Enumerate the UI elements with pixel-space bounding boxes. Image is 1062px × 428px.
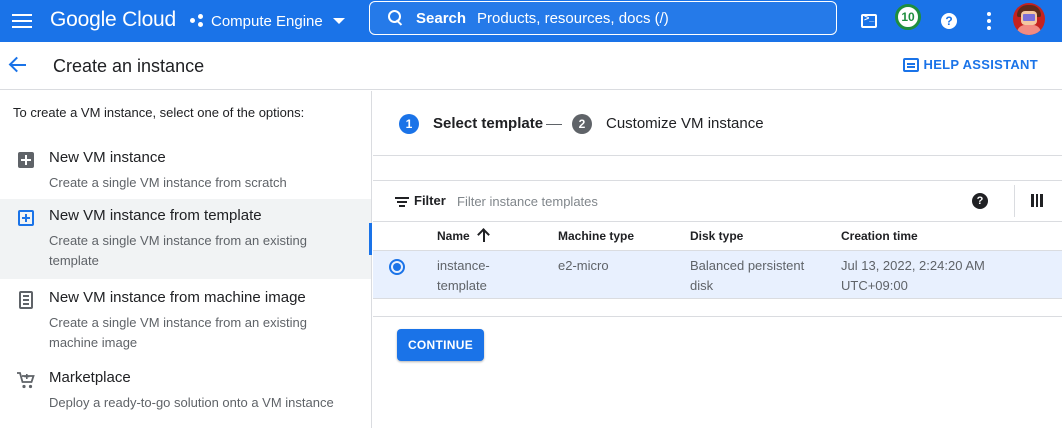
table-row[interactable]: instance-template e2-micro Balanced pers… (373, 251, 1062, 299)
step-1-label[interactable]: Select template (433, 115, 543, 132)
option-title: New VM instance from template (49, 207, 262, 224)
option-desc: Deploy a ready-to-go solution onto a VM … (49, 395, 334, 410)
option-desc: Create a single VM instance from an exis… (49, 315, 307, 350)
top-bar: Google Cloud Compute Engine Search Produ… (0, 0, 1062, 42)
cell-name: instance-template (437, 258, 490, 293)
template-icon (18, 210, 34, 226)
google-cloud-logo[interactable]: Google Cloud (50, 8, 176, 32)
search-icon (388, 10, 404, 26)
help-assistant-label: HELP ASSISTANT (923, 57, 1038, 72)
option-new-vm-from-template[interactable]: New VM instance from template Create a s… (0, 199, 372, 279)
option-title: Marketplace (49, 369, 131, 386)
cloud-shell-icon[interactable] (857, 9, 881, 33)
more-options-icon[interactable] (977, 9, 1001, 33)
divider (1014, 185, 1015, 217)
step-2-label[interactable]: Customize VM instance (606, 115, 764, 132)
cell-machine-type: e2-micro (558, 258, 609, 273)
option-marketplace[interactable]: Marketplace Deploy a ready-to-go solutio… (0, 361, 371, 417)
step-2-number: 2 (572, 114, 592, 134)
column-display-icon[interactable] (1031, 194, 1044, 207)
notification-badge[interactable]: 10 (895, 4, 921, 30)
column-header-name[interactable]: Name (437, 229, 470, 243)
cart-icon (17, 372, 35, 389)
search-label: Search (416, 9, 467, 27)
help-icon[interactable]: ? (972, 193, 988, 209)
help-icon[interactable]: ? (937, 9, 961, 33)
stepper: 1 Select template 2 Customize VM instanc… (373, 91, 1062, 156)
sort-ascending-icon[interactable] (477, 227, 491, 243)
dropdown-caret-icon (332, 18, 345, 24)
table-header: Name Machine type Disk type Creation tim… (373, 221, 1062, 251)
step-1-number: 1 (399, 114, 419, 134)
row-radio-button[interactable] (389, 259, 405, 275)
divider (373, 316, 1062, 317)
product-name: Compute Engine (211, 12, 323, 30)
options-intro-text: To create a VM instance, select one of t… (13, 105, 305, 120)
machine-image-icon (19, 291, 33, 309)
option-new-vm-from-machine-image[interactable]: New VM instance from machine image Creat… (0, 281, 371, 361)
column-header-creation-time[interactable]: Creation time (841, 229, 918, 243)
help-assistant-button[interactable]: HELP ASSISTANT (902, 57, 1038, 72)
column-header-disk-type[interactable]: Disk type (690, 229, 743, 243)
filter-input[interactable] (457, 191, 897, 211)
template-selection-panel: 1 Select template 2 Customize VM instanc… (373, 91, 1062, 428)
back-arrow-icon[interactable] (8, 54, 30, 76)
search-bar[interactable]: Search Products, resources, docs (/) (369, 1, 837, 35)
title-bar: Create an instance HELP ASSISTANT (0, 42, 1062, 90)
cell-disk-type: Balanced persistent disk (690, 258, 805, 293)
filter-bar: Filter ? (373, 180, 1062, 221)
creation-options-panel: To create a VM instance, select one of t… (0, 91, 372, 428)
hamburger-menu-icon[interactable] (10, 9, 34, 33)
avatar[interactable] (1013, 3, 1045, 35)
option-new-vm[interactable]: New VM instance Create a single VM insta… (0, 141, 371, 195)
add-box-icon (18, 152, 34, 168)
product-dots-icon (190, 14, 204, 28)
page-title: Create an instance (53, 56, 205, 76)
product-switcher[interactable]: Compute Engine (190, 9, 345, 33)
column-header-machine-type[interactable]: Machine type (558, 229, 634, 243)
continue-button[interactable]: CONTINUE (397, 329, 484, 361)
option-title: New VM instance (49, 149, 166, 166)
chat-icon (902, 57, 919, 72)
option-title: New VM instance from machine image (49, 289, 306, 306)
filter-label: Filter (414, 193, 446, 208)
search-placeholder: Products, resources, docs (/) (477, 9, 669, 27)
option-desc: Create a single VM instance from scratch (49, 175, 287, 190)
step-separator (546, 124, 562, 125)
cell-creation-time: Jul 13, 2022, 2:24:20 AM UTC+09:00 (841, 258, 985, 293)
option-desc: Create a single VM instance from an exis… (49, 233, 307, 268)
filter-icon (395, 197, 409, 207)
